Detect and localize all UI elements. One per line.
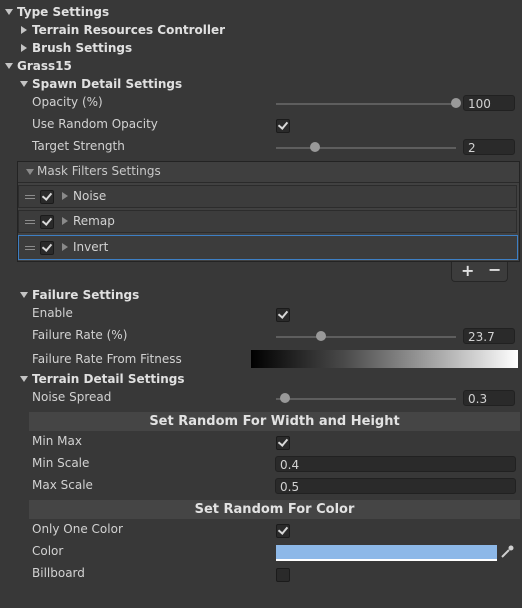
mask-remap-label: Remap xyxy=(73,214,115,228)
noise-spread-slider-thumb[interactable] xyxy=(280,393,290,403)
drag-handle-icon[interactable] xyxy=(25,195,35,196)
opacity-field[interactable]: 100 xyxy=(463,95,515,111)
target-strength-slider-track[interactable] xyxy=(276,147,456,149)
mask-invert-checkbox[interactable] xyxy=(40,241,54,255)
check-icon xyxy=(41,215,53,226)
grass-label[interactable]: Grass15 xyxy=(17,59,72,73)
type-settings-label[interactable]: Type Settings xyxy=(17,5,109,19)
width-height-section-bar: Set Random For Width and Height xyxy=(29,412,520,431)
random-opacity-label: Use Random Opacity xyxy=(32,117,158,131)
failure-rate-label: Failure Rate (%) xyxy=(32,328,128,342)
mask-filters-foldout-icon[interactable] xyxy=(26,169,34,175)
billboard-label: Billboard xyxy=(32,566,85,580)
billboard-checkbox[interactable] xyxy=(276,568,290,582)
mask-list-footer: + − xyxy=(451,260,508,282)
drag-handle-icon[interactable] xyxy=(25,220,35,221)
min-max-checkbox[interactable] xyxy=(276,436,290,450)
fitness-label: Failure Rate From Fitness xyxy=(32,352,182,366)
enable-label: Enable xyxy=(32,306,73,320)
grass-foldout-icon[interactable] xyxy=(5,63,13,69)
failure-rate-field[interactable]: 23.7 xyxy=(463,328,515,344)
failure-rate-slider-thumb[interactable] xyxy=(316,331,326,341)
terrain-detail-label[interactable]: Terrain Detail Settings xyxy=(32,372,184,386)
eyedropper-icon[interactable] xyxy=(498,543,516,561)
only-one-color-label: Only One Color xyxy=(32,522,123,536)
noise-spread-label: Noise Spread xyxy=(32,390,112,404)
mask-filter-row-invert[interactable]: Invert xyxy=(18,235,518,260)
remove-mask-button[interactable]: − xyxy=(488,260,501,279)
mask-remap-checkbox[interactable] xyxy=(40,215,54,229)
opacity-label: Opacity (%) xyxy=(32,95,103,109)
max-scale-label: Max Scale xyxy=(32,478,93,492)
opacity-slider-track[interactable] xyxy=(276,103,456,105)
color-swatch-field[interactable] xyxy=(276,545,497,561)
spawn-detail-label[interactable]: Spawn Detail Settings xyxy=(32,77,182,91)
color-label: Color xyxy=(32,544,64,558)
enable-checkbox[interactable] xyxy=(276,308,290,322)
type-settings-foldout-icon[interactable] xyxy=(5,9,13,15)
min-scale-label: Min Scale xyxy=(32,456,90,470)
opacity-slider-thumb[interactable] xyxy=(451,98,461,108)
target-strength-slider-thumb[interactable] xyxy=(310,142,320,152)
check-icon xyxy=(277,119,289,130)
max-scale-field[interactable]: 0.5 xyxy=(275,478,516,494)
check-icon xyxy=(277,524,289,535)
brush-settings-label[interactable]: Brush Settings xyxy=(32,41,132,55)
fitness-gradient-field[interactable] xyxy=(251,350,518,368)
noise-spread-field[interactable]: 0.3 xyxy=(463,390,515,406)
target-strength-label: Target Strength xyxy=(32,139,125,153)
mask-noise-label: Noise xyxy=(73,189,107,203)
mask-noise-checkbox[interactable] xyxy=(40,190,54,204)
mask-invert-foldout-icon[interactable] xyxy=(62,243,68,251)
check-icon xyxy=(277,308,289,319)
mask-noise-foldout-icon[interactable] xyxy=(62,192,68,200)
mask-filter-row-remap[interactable]: Remap xyxy=(18,210,517,233)
spawn-detail-foldout-icon[interactable] xyxy=(20,81,28,87)
check-icon xyxy=(277,436,289,447)
terrain-detail-foldout-icon[interactable] xyxy=(20,376,28,382)
drag-handle-icon[interactable] xyxy=(25,246,35,247)
min-max-label: Min Max xyxy=(32,434,82,448)
failure-settings-label[interactable]: Failure Settings xyxy=(32,288,139,302)
min-scale-field[interactable]: 0.4 xyxy=(275,456,516,472)
mask-filters-header[interactable]: Mask Filters Settings xyxy=(18,162,519,183)
drag-handle-icon[interactable] xyxy=(25,198,35,199)
random-opacity-checkbox[interactable] xyxy=(276,119,290,133)
target-strength-field[interactable]: 2 xyxy=(463,139,515,155)
failure-settings-foldout-icon[interactable] xyxy=(20,292,28,298)
mask-invert-label: Invert xyxy=(73,240,109,254)
drag-handle-icon[interactable] xyxy=(25,223,35,224)
failure-rate-slider-track[interactable] xyxy=(276,336,456,338)
terrain-resources-foldout-icon[interactable] xyxy=(21,26,27,34)
color-section-bar: Set Random For Color xyxy=(29,500,520,519)
noise-spread-slider-track[interactable] xyxy=(276,398,456,400)
terrain-resources-label[interactable]: Terrain Resources Controller xyxy=(32,23,225,37)
only-one-color-checkbox[interactable] xyxy=(276,524,290,538)
mask-filters-label: Mask Filters Settings xyxy=(37,164,161,178)
brush-settings-foldout-icon[interactable] xyxy=(21,44,27,52)
mask-filter-row-noise[interactable]: Noise xyxy=(18,185,517,208)
add-mask-button[interactable]: + xyxy=(461,261,474,280)
check-icon xyxy=(41,190,53,201)
check-icon xyxy=(41,241,53,252)
drag-handle-icon[interactable] xyxy=(25,249,35,250)
mask-remap-foldout-icon[interactable] xyxy=(62,217,68,225)
